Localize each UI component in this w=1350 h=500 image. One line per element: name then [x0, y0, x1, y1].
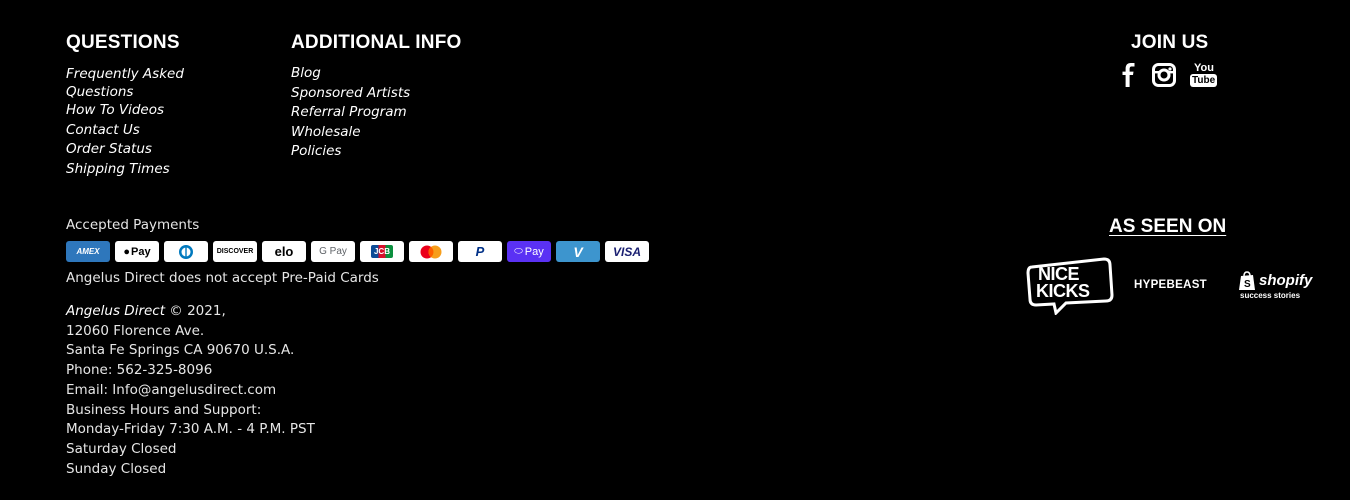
shopping-bag-icon: S — [1239, 271, 1255, 290]
hypebeast-logo[interactable]: HYPEBEAST — [1134, 279, 1207, 291]
shopify-subtitle: success stories — [1240, 291, 1301, 300]
policies-link[interactable]: Policies — [291, 142, 491, 162]
wholesale-link[interactable]: Wholesale — [291, 123, 491, 143]
social-icons: You Tube — [1118, 62, 1218, 88]
additional-info-heading: ADDITIONAL INFO — [291, 32, 462, 53]
contact-us-link[interactable]: Contact Us — [66, 121, 206, 141]
as-seen-on-heading[interactable]: AS SEEN ON — [1109, 216, 1226, 238]
shopify-text: shopify — [1259, 272, 1313, 289]
company-address: Angelus Direct © 2021, 12060 Florence Av… — [66, 302, 315, 479]
discover-card-icon: DISCOVER — [213, 241, 257, 262]
venmo-icon: V — [556, 241, 600, 262]
youtube-icon[interactable]: You Tube — [1190, 62, 1218, 88]
shipping-times-link[interactable]: Shipping Times — [66, 160, 206, 180]
youtube-bottom-text: Tube — [1190, 74, 1218, 87]
kicks-text: KICKS — [1036, 281, 1090, 301]
saturday-hours: Saturday Closed — [66, 440, 177, 457]
prepaid-note: Angelus Direct does not accept Pre-Paid … — [66, 270, 379, 286]
sponsored-artists-link[interactable]: Sponsored Artists — [291, 84, 491, 104]
paypal-icon: P — [458, 241, 502, 262]
questions-heading: QUESTIONS — [66, 32, 180, 53]
jcb-card-icon: JCB — [360, 241, 404, 262]
copyright-text: © 2021, — [165, 303, 226, 319]
accepted-payments-label: Accepted Payments — [66, 217, 200, 233]
youtube-top-text: You — [1194, 62, 1214, 74]
business-hours-label: Business Hours and Support: — [66, 401, 262, 418]
google-pay-icon: G Pay — [311, 241, 355, 262]
questions-links: Frequently Asked Questions How To Videos… — [66, 65, 206, 179]
additional-info-links: Blog Sponsored Artists Referral Program … — [291, 64, 491, 162]
referral-program-link[interactable]: Referral Program — [291, 103, 491, 123]
elo-card-icon: elo — [262, 241, 306, 262]
faq-link[interactable]: Frequently Asked Questions — [66, 65, 206, 101]
join-us-heading: JOIN US — [1131, 32, 1209, 53]
nice-kicks-logo[interactable]: NICE KICKS — [1026, 257, 1114, 315]
facebook-icon[interactable] — [1118, 63, 1138, 87]
shop-icon: ⬭ — [514, 246, 523, 257]
phone-number: Phone: 562-325-8096 — [66, 362, 213, 379]
street-address: 12060 Florence Ave. — [66, 322, 205, 339]
diners-club-logo — [179, 244, 193, 259]
visa-card-icon: VISA — [605, 241, 649, 262]
diners-club-icon — [164, 241, 208, 262]
sunday-hours: Sunday Closed — [66, 460, 167, 477]
email-address: Email: Info@angelusdirect.com — [66, 381, 277, 398]
instagram-icon[interactable] — [1152, 63, 1176, 87]
amex-card-icon: AMEX — [66, 241, 110, 262]
mastercard-logo — [420, 245, 442, 258]
apple-icon: ● — [123, 245, 131, 258]
shopify-logo[interactable]: S shopify success stories — [1238, 271, 1324, 303]
shop-pay-icon: ⬭ Pay — [507, 241, 551, 262]
brand-name: Angelus Direct — [66, 303, 166, 319]
how-to-videos-link[interactable]: How To Videos — [66, 101, 206, 121]
svg-text:S: S — [1244, 279, 1251, 290]
blog-link[interactable]: Blog — [291, 64, 491, 84]
city-address: Santa Fe Springs CA 90670 U.S.A. — [66, 342, 295, 359]
jcb-logo-text: JCB — [370, 245, 393, 258]
mastercard-icon — [409, 241, 453, 262]
payment-methods: AMEX ● Pay DISCOVER elo G Pay JCB P ⬭ Pay … — [66, 241, 649, 262]
weekday-hours: Monday-Friday 7:30 A.M. - 4 P.M. PST — [66, 421, 315, 438]
copyright-line: Angelus Direct © 2021, — [66, 302, 315, 322]
apple-pay-icon: ● Pay — [115, 241, 159, 262]
order-status-link[interactable]: Order Status — [66, 140, 206, 160]
